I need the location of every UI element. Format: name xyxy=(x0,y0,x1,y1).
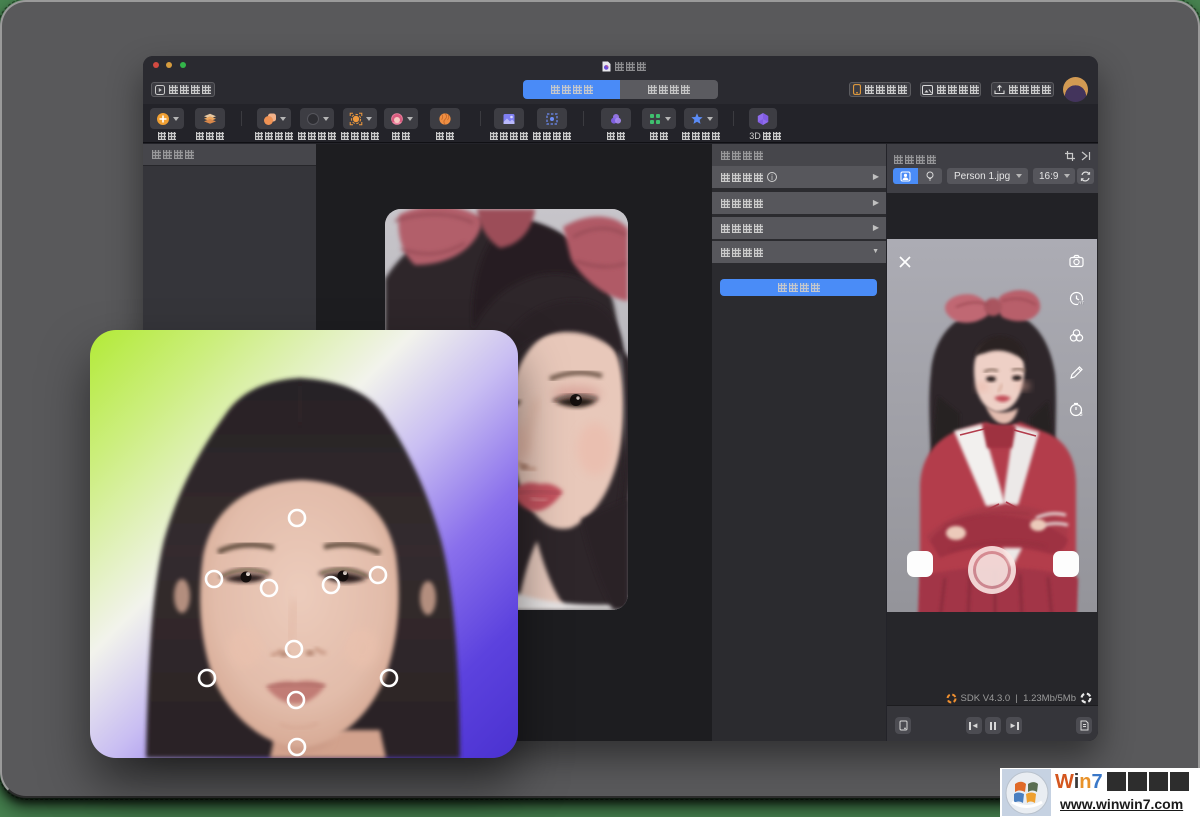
svg-text:RT: RT xyxy=(1078,301,1084,306)
svg-text:3: 3 xyxy=(1080,412,1083,417)
